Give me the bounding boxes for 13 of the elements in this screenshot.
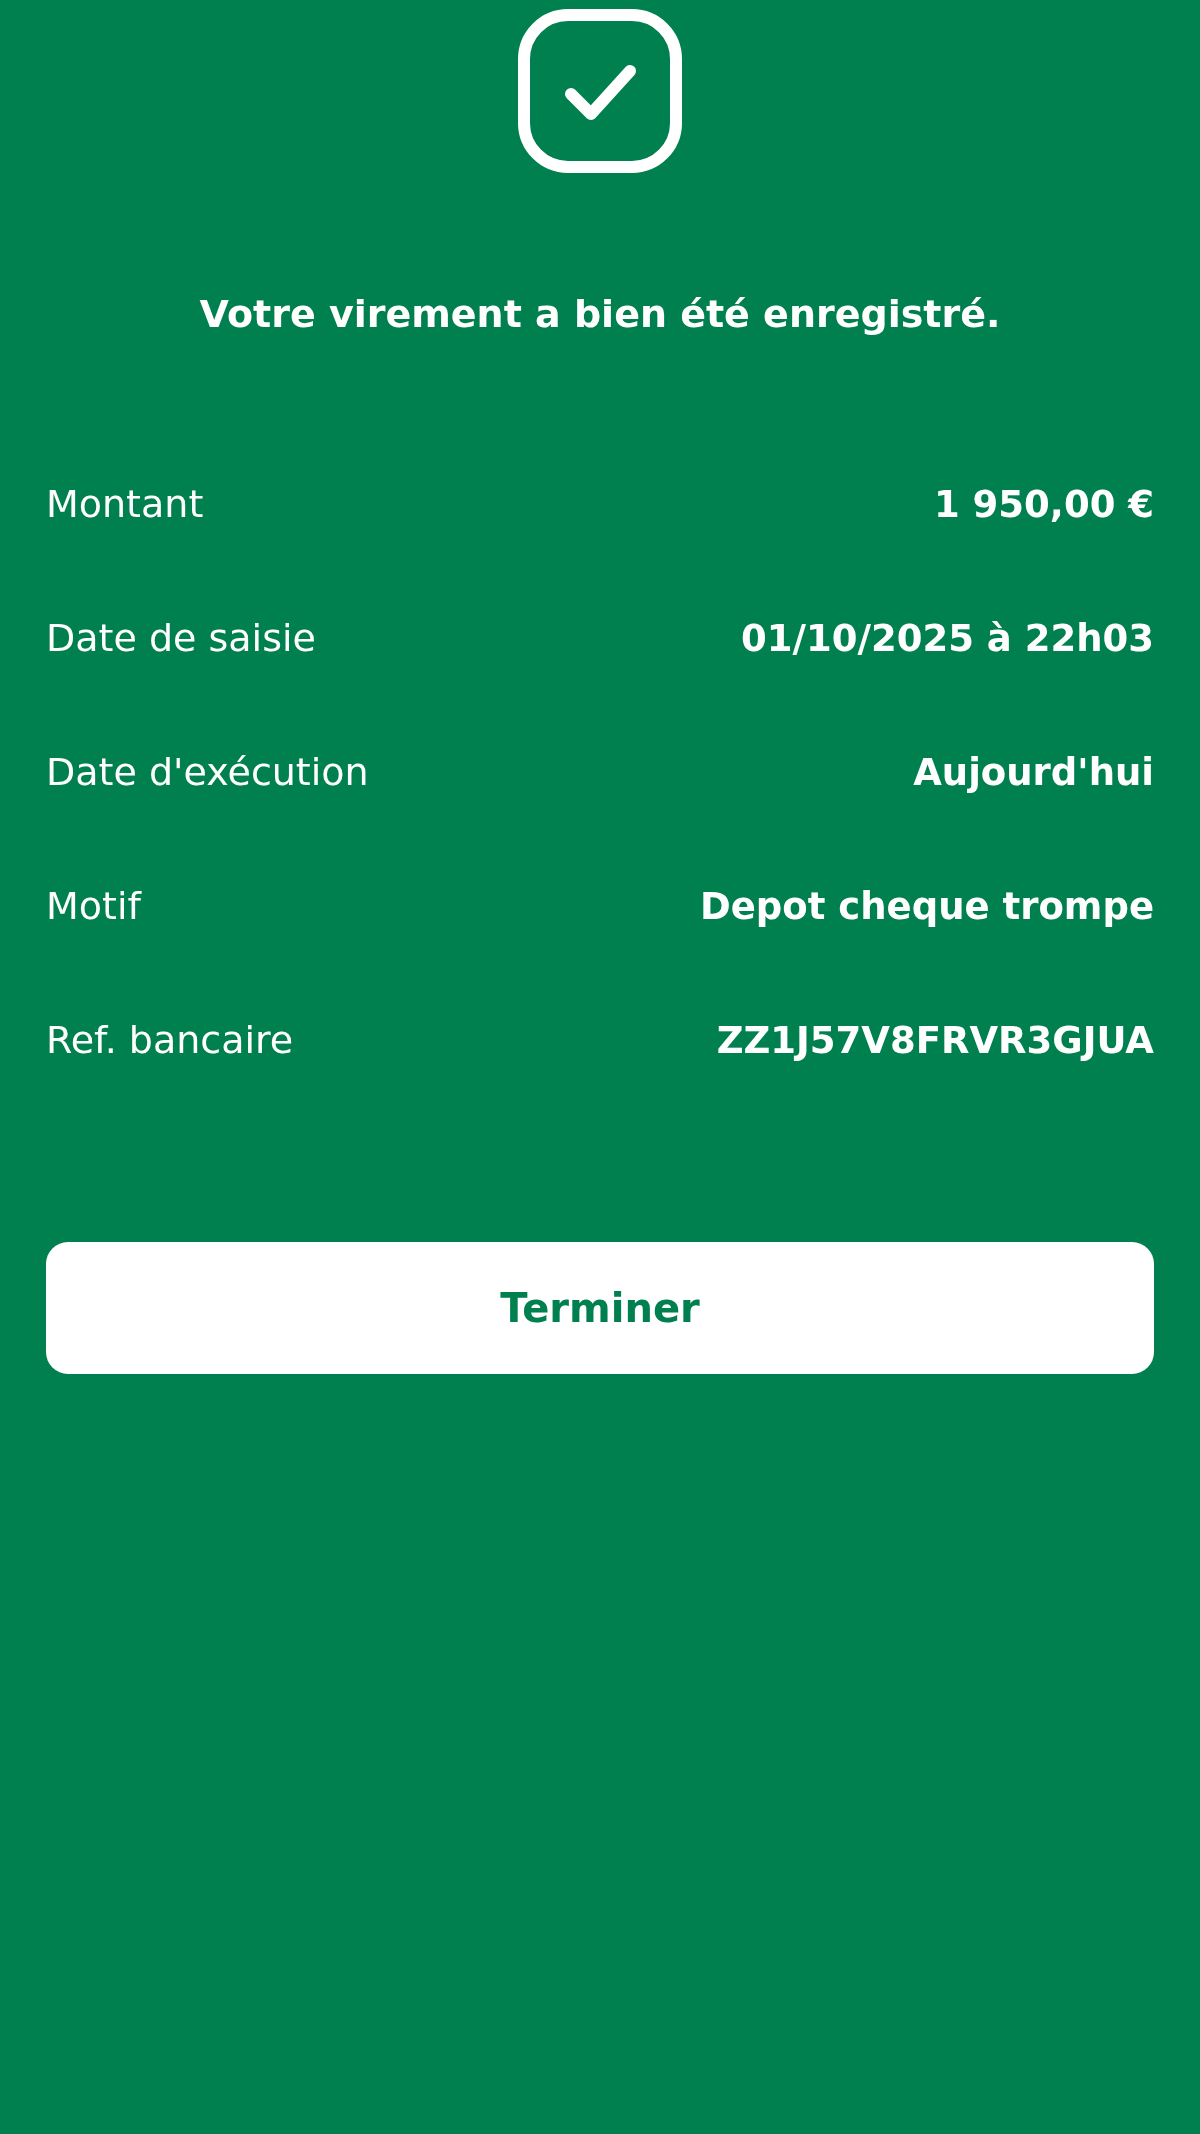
detail-value: 1 950,00 € bbox=[933, 482, 1154, 526]
detail-label: Date de saisie bbox=[46, 616, 316, 660]
checkmark-icon bbox=[517, 8, 683, 174]
detail-label: Date d'exécution bbox=[46, 750, 369, 794]
detail-value: 01/10/2025 à 22h03 bbox=[740, 616, 1154, 660]
detail-label: Ref. bancaire bbox=[46, 1018, 294, 1062]
detail-label: Montant bbox=[46, 482, 204, 526]
detail-label: Motif bbox=[46, 884, 141, 928]
detail-value: Aujourd'hui bbox=[913, 750, 1154, 794]
detail-value: Depot cheque trompe bbox=[700, 884, 1154, 928]
detail-value: ZZ1J57V8FRVR3GJUA bbox=[716, 1018, 1154, 1062]
confirmation-title: Votre virement a bien été enregistré. bbox=[199, 291, 1001, 338]
finish-button[interactable]: Terminer bbox=[46, 1242, 1154, 1374]
